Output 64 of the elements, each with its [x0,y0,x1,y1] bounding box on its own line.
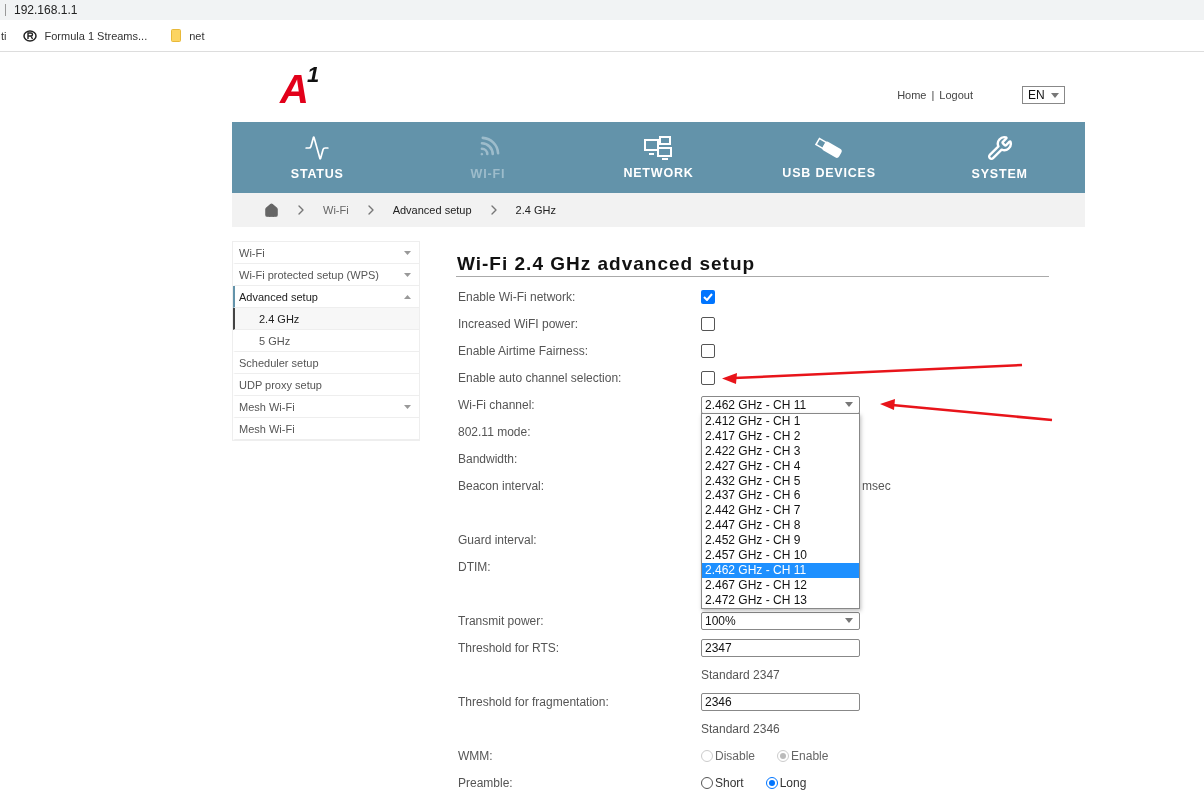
bookmark[interactable]: Formula 1 Streams... [44,29,148,42]
breadcrumb-link[interactable]: 2.4 GHz [515,204,556,216]
address-text[interactable]: 192.168.1.1 [14,3,78,17]
header-link[interactable]: Home [897,89,927,101]
field-label: Preamble: [457,775,514,790]
field-label: WMM: [457,748,494,763]
dropdown-option[interactable]: 2.457 GHz - CH 10 [702,548,859,563]
radio-label: Long [779,775,807,790]
checkbox[interactable] [701,370,715,385]
field-label: Threshold for fragmentation: [457,694,610,709]
field-label: Guard interval: [457,532,538,547]
bookmark[interactable]: net [189,29,205,42]
field-label: Transmit power: [457,613,545,628]
home-icon[interactable] [264,202,279,218]
registered-icon [22,29,37,42]
caret-icon [404,272,411,277]
field-label: Increased WiFI power: [457,316,580,331]
field-label: Beacon interval: [457,478,546,493]
sidebar-subitem[interactable]: 2.4 GHz [233,308,419,330]
caret-icon [845,402,853,407]
dropdown-option[interactable]: 2.447 GHz - CH 8 [702,518,859,534]
folder-icon [171,29,182,42]
hint-text: Standard 2347 [701,667,781,682]
field-label: Enable auto channel selection: [457,370,623,385]
dropdown-option[interactable]: 2.412 GHz - CH 1 [702,414,859,429]
caret-icon [404,404,411,409]
monitors-icon [644,135,673,160]
checkbox[interactable] [701,343,715,358]
field-label: Enable Airtime Fairness: [457,343,590,358]
checkbox[interactable] [701,316,715,331]
caret-icon [1051,92,1059,98]
checkbox[interactable] [701,289,715,304]
dropdown-option[interactable]: 2.437 GHz - CH 6 [702,488,859,504]
separator: | [931,89,935,101]
field-label: Bandwidth: [457,451,519,466]
field-label: 802.11 mode: [457,424,532,439]
hint-text: Standard 2346 [701,721,781,736]
sidebar-item[interactable]: Advanced setup [233,286,419,308]
dropdown-option[interactable]: 2.442 GHz - CH 7 [702,503,859,519]
radio-label: Short [715,775,744,790]
caret-icon [845,618,853,623]
page-title: Wi-Fi 2.4 GHz advanced setup [456,253,1049,277]
field-label: DTIM: [457,559,492,574]
select-field[interactable]: 2.462 GHz - CH 11 [701,395,860,414]
breadcrumb-link[interactable]: Wi-Fi [323,204,349,216]
field-label: Wi-Fi channel: [457,397,536,412]
tools-icon [986,134,1013,161]
bookmark[interactable]: ti [0,29,7,42]
pulse-icon [304,134,331,161]
usb-stick-icon [814,135,845,160]
input-field[interactable]: 2347 [701,638,860,657]
radio-label: Disable [715,748,756,763]
input-field[interactable]: 2346 [701,692,860,711]
header-link[interactable]: Logout [939,89,973,101]
field-label: Threshold for RTS: [457,640,561,655]
caret-icon [404,294,411,299]
radio-label: Enable [791,748,829,763]
caret-icon [404,250,411,255]
select-field[interactable]: 100% [701,611,860,630]
breadcrumb-link[interactable]: Advanced setup [392,204,472,216]
language-select[interactable]: EN [1022,86,1065,104]
unit-label: msec [862,478,891,493]
field-label: Enable Wi-Fi network: [457,289,577,304]
dropdown-option[interactable]: 2.452 GHz - CH 9 [702,533,859,548]
